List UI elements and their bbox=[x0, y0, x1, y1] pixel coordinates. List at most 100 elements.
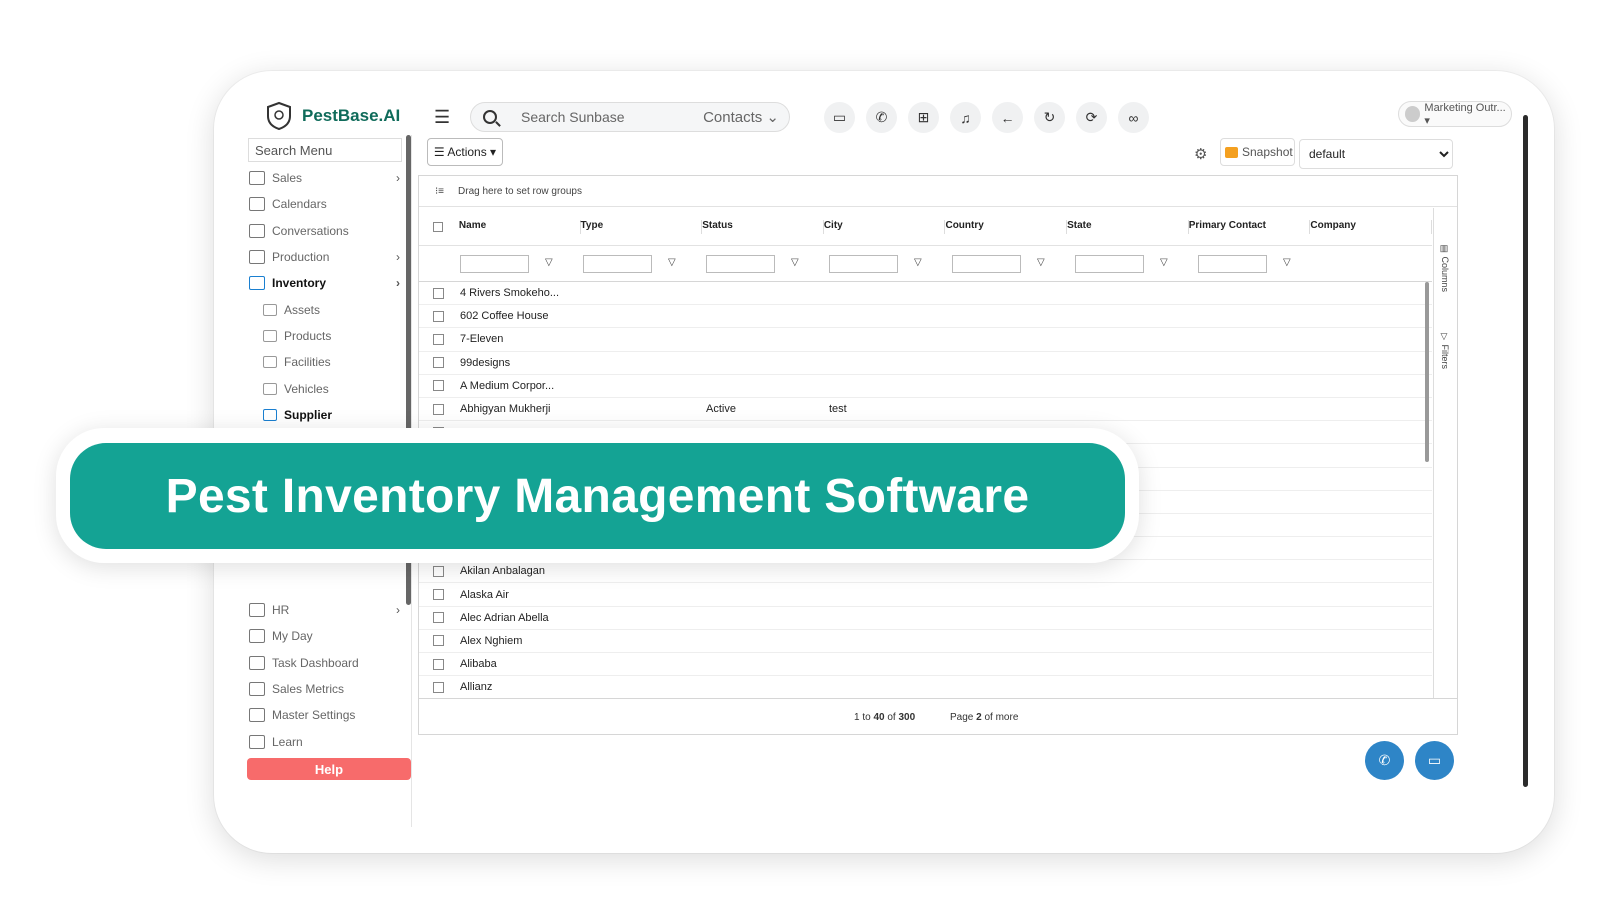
filter-icon[interactable]: ▽ bbox=[1037, 257, 1045, 268]
sync-icon[interactable]: ⟳ bbox=[1076, 102, 1107, 133]
logo-text: PestBase.AI bbox=[302, 106, 401, 125]
table-row[interactable]: Abhigyan Mukherji Active test bbox=[419, 398, 1432, 422]
row-checkbox[interactable] bbox=[433, 658, 444, 670]
sidebar-item-sales[interactable]: Sales › bbox=[242, 165, 412, 191]
column-header[interactable]: Primary Contact bbox=[1189, 219, 1311, 234]
row-checkbox[interactable] bbox=[433, 333, 444, 345]
page-scrollbar[interactable] bbox=[1523, 115, 1528, 787]
row-group-bar[interactable]: ⁝≡ Drag here to set row groups bbox=[419, 176, 1457, 207]
pager-total: 300 bbox=[898, 712, 916, 723]
table-row[interactable]: Allianz bbox=[419, 676, 1432, 700]
column-header[interactable]: Status bbox=[702, 219, 824, 234]
sidebar-item-production[interactable]: Production › bbox=[242, 244, 412, 270]
view-select[interactable]: default bbox=[1299, 139, 1453, 169]
column-header[interactable]: Name bbox=[459, 219, 581, 234]
row-checkbox[interactable] bbox=[433, 357, 444, 369]
sidebar-item-assets[interactable]: Assets bbox=[242, 296, 412, 322]
actions-button[interactable]: ☰ Actions ▾ bbox=[427, 138, 503, 166]
column-filter-input[interactable] bbox=[706, 255, 775, 273]
menu-item-icon bbox=[249, 276, 265, 291]
refresh-dot-icon[interactable]: ↻ bbox=[1034, 102, 1065, 133]
row-checkbox[interactable] bbox=[433, 287, 444, 299]
column-header[interactable]: Company bbox=[1310, 219, 1433, 234]
column-filter-input[interactable] bbox=[952, 255, 1021, 273]
gear-icon[interactable]: ⚙ bbox=[1194, 145, 1207, 163]
table-row[interactable]: Alibaba bbox=[419, 653, 1432, 677]
glasses-icon[interactable]: ∞ bbox=[1118, 102, 1149, 133]
sidebar-item-vehicles[interactable]: Vehicles bbox=[242, 375, 412, 401]
chat-icon[interactable]: ▭ bbox=[824, 102, 855, 133]
menu-item-icon bbox=[249, 250, 265, 265]
search-scope-dropdown[interactable]: Contacts ⌄ bbox=[703, 108, 779, 126]
sidebar-item-master-settings[interactable]: Master Settings bbox=[242, 702, 412, 728]
select-all-checkbox[interactable] bbox=[433, 221, 443, 232]
column-header[interactable]: Type bbox=[581, 219, 703, 234]
cell-name: 4 Rivers Smokeho... bbox=[460, 287, 560, 300]
sidebar-item-sales-metrics[interactable]: Sales Metrics bbox=[242, 676, 412, 702]
bell-icon[interactable]: ♫ bbox=[950, 102, 981, 133]
filters-tab[interactable]: ▽ Filters bbox=[1440, 332, 1450, 369]
phone-icon[interactable]: ✆ bbox=[866, 102, 897, 133]
sidebar-item-label: Inventory bbox=[272, 276, 327, 291]
columns-tab[interactable]: ▥ Columns bbox=[1440, 244, 1450, 292]
column-filter-input[interactable] bbox=[1075, 255, 1144, 273]
sidebar-item-products[interactable]: Products bbox=[242, 323, 412, 349]
search-input[interactable] bbox=[521, 109, 691, 125]
filter-icon[interactable]: ▽ bbox=[791, 257, 799, 268]
filter-icon[interactable]: ▽ bbox=[668, 257, 676, 268]
menu-item-icon bbox=[249, 734, 265, 749]
table-row[interactable]: 4 Rivers Smokeho... bbox=[419, 282, 1432, 306]
user-menu[interactable]: Marketing Outr... ▾ bbox=[1398, 101, 1512, 127]
help-button[interactable]: Help bbox=[247, 758, 411, 780]
sidebar-nav: Sales › Calendars Conversations Production › I… bbox=[242, 165, 412, 428]
table-row[interactable]: Alaska Air bbox=[419, 583, 1432, 607]
sidebar-item-calendars[interactable]: Calendars bbox=[242, 191, 412, 217]
pager-range-of: of bbox=[887, 712, 896, 723]
column-filter-input[interactable] bbox=[583, 255, 652, 273]
filter-icon[interactable]: ▽ bbox=[545, 257, 553, 268]
column-header[interactable]: Country bbox=[945, 219, 1068, 234]
column-filter-input[interactable] bbox=[829, 255, 898, 273]
search-menu-input[interactable] bbox=[248, 138, 402, 162]
grid-scrollbar[interactable] bbox=[1425, 282, 1429, 462]
table-row[interactable]: 602 Coffee House bbox=[419, 305, 1432, 329]
column-header[interactable]: City bbox=[824, 219, 946, 234]
add-box-icon[interactable]: ⊞ bbox=[908, 102, 939, 133]
table-row[interactable]: 99designs bbox=[419, 352, 1432, 375]
table-row[interactable]: 7-Eleven bbox=[419, 328, 1432, 352]
sidebar-nav-bottom: HR › My Day Task Dashboard Sales Metrics Mast… bbox=[242, 597, 412, 755]
sidebar-item-facilities[interactable]: Facilities bbox=[242, 349, 412, 375]
sidebar-item-conversations[interactable]: Conversations bbox=[242, 218, 412, 244]
filter-icon[interactable]: ▽ bbox=[1283, 257, 1291, 268]
sidebar-item-label: Task Dashboard bbox=[272, 655, 359, 670]
row-checkbox[interactable] bbox=[433, 565, 444, 577]
row-checkbox[interactable] bbox=[433, 681, 444, 693]
filter-icon[interactable]: ▽ bbox=[914, 257, 922, 268]
table-row[interactable]: Akilan Anbalagan bbox=[419, 560, 1432, 584]
column-filter-input[interactable] bbox=[460, 255, 529, 273]
row-checkbox[interactable] bbox=[433, 589, 444, 601]
row-checkbox[interactable] bbox=[433, 380, 444, 392]
row-checkbox[interactable] bbox=[433, 310, 444, 322]
row-checkbox[interactable] bbox=[433, 403, 444, 415]
chat-fab-button[interactable]: ▭ bbox=[1415, 741, 1454, 780]
column-header[interactable]: State bbox=[1067, 219, 1189, 234]
snapshot-button[interactable]: Snapshot bbox=[1220, 138, 1295, 166]
row-checkbox[interactable] bbox=[433, 612, 444, 624]
sidebar-item-learn[interactable]: Learn bbox=[242, 728, 412, 754]
sidebar-item-hr[interactable]: HR › bbox=[242, 597, 412, 623]
row-checkbox[interactable] bbox=[433, 635, 444, 647]
table-row[interactable]: Alex Nghiem bbox=[419, 630, 1432, 653]
filter-icon[interactable]: ▽ bbox=[1160, 257, 1168, 268]
sidebar-item-inventory[interactable]: Inventory › bbox=[242, 270, 412, 296]
column-filter-input[interactable] bbox=[1198, 255, 1267, 273]
back-arrow-icon[interactable]: ← bbox=[992, 102, 1023, 133]
hamburger-icon[interactable]: ☰ bbox=[434, 107, 450, 128]
sidebar-item-task-dashboard[interactable]: Task Dashboard bbox=[242, 650, 412, 676]
table-row[interactable]: Alec Adrian Abella bbox=[419, 607, 1432, 630]
phone-fab-button[interactable]: ✆ bbox=[1365, 741, 1404, 780]
table-row[interactable]: A Medium Corpor... bbox=[419, 375, 1432, 398]
sidebar-item-supplier[interactable]: Supplier bbox=[242, 402, 412, 428]
sidebar-item-my-day[interactable]: My Day bbox=[242, 623, 412, 649]
global-search[interactable]: Contacts ⌄ bbox=[470, 102, 790, 132]
